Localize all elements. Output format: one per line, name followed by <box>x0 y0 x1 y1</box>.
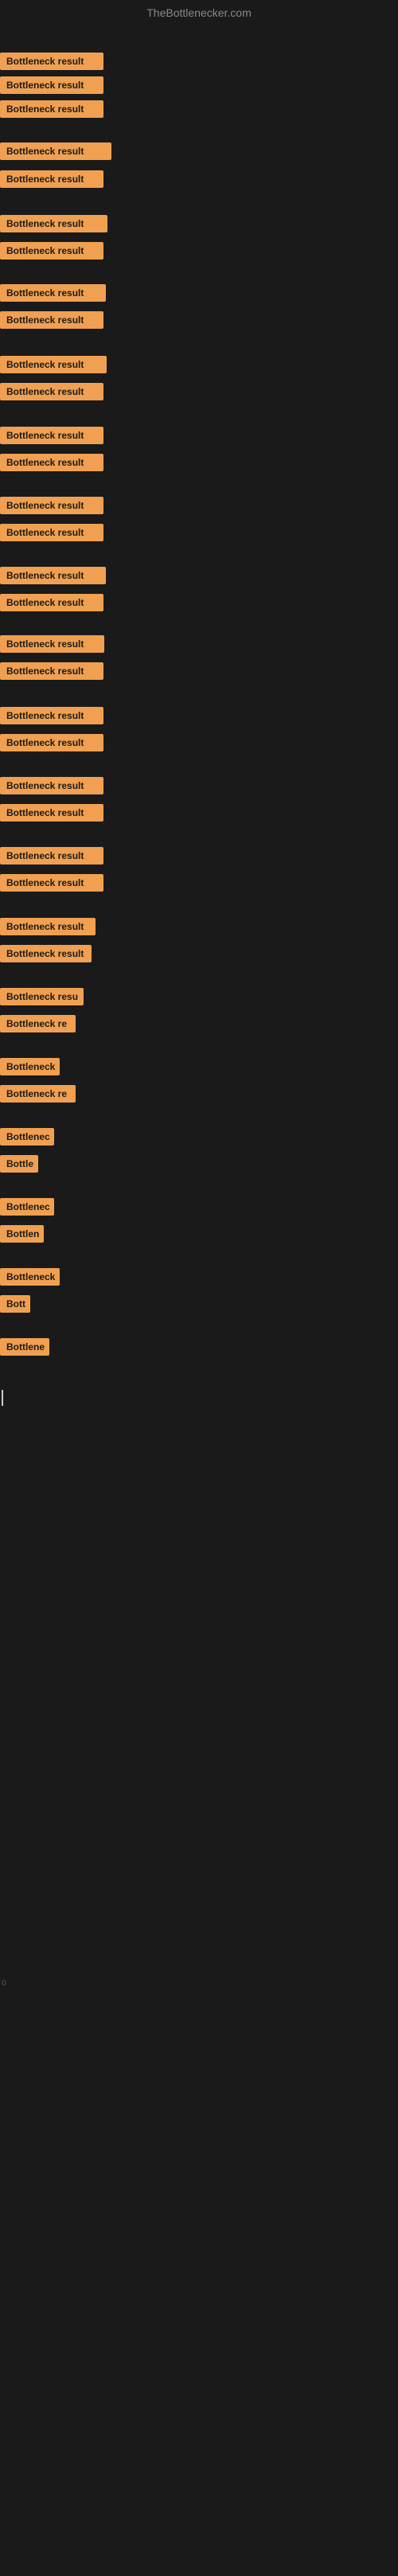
bottleneck-result-bar[interactable]: Bottleneck result <box>0 874 103 892</box>
bottleneck-result-bar[interactable]: Bottleneck result <box>0 142 111 160</box>
bottleneck-bar-row: Bottleneck result <box>0 356 107 377</box>
bottleneck-bar-row: Bottleneck result <box>0 945 92 966</box>
bottleneck-bar-row: Bottleneck result <box>0 427 103 448</box>
bottleneck-result-bar[interactable]: Bottleneck <box>0 1268 60 1286</box>
bottleneck-bar-row: Bottleneck result <box>0 594 103 615</box>
bottleneck-result-bar[interactable]: Bottlenec <box>0 1128 54 1146</box>
bottleneck-bar-row: Bottleneck result <box>0 524 103 545</box>
bottleneck-bar-row: Bottleneck resu <box>0 988 84 1009</box>
bottleneck-bar-row: Bottleneck result <box>0 100 103 122</box>
bottleneck-bar-row: Bottleneck result <box>0 215 107 236</box>
bottleneck-result-bar[interactable]: Bottleneck result <box>0 945 92 962</box>
bottleneck-result-bar[interactable]: Bottleneck result <box>0 847 103 865</box>
bottleneck-bar-row: Bottleneck result <box>0 284 106 306</box>
bottleneck-result-bar[interactable]: Bottleneck result <box>0 454 103 471</box>
bottleneck-bar-row: Bottleneck result <box>0 707 103 728</box>
bottleneck-result-bar[interactable]: Bottleneck result <box>0 524 103 541</box>
bottleneck-bar-row: Bottleneck result <box>0 142 111 164</box>
bottleneck-bar-row: Bottleneck result <box>0 242 103 263</box>
bottleneck-result-bar[interactable]: Bottleneck result <box>0 242 103 260</box>
bottleneck-bar-row: Bott <box>0 1295 30 1317</box>
bottleneck-result-bar[interactable]: Bottleneck result <box>0 427 103 444</box>
bottleneck-bar-row: Bottleneck result <box>0 734 103 755</box>
bottleneck-result-bar[interactable]: Bottleneck <box>0 1058 60 1075</box>
bottleneck-bar-row: Bottleneck result <box>0 567 106 588</box>
bottleneck-bar-row: Bottleneck result <box>0 804 103 825</box>
small-label: 0 <box>2 1979 6 1988</box>
bottleneck-result-bar[interactable]: Bottleneck result <box>0 662 103 680</box>
bottleneck-bar-row: Bottleneck result <box>0 383 103 404</box>
bottleneck-bar-row: Bottleneck result <box>0 777 103 798</box>
bottleneck-result-bar[interactable]: Bottleneck resu <box>0 988 84 1005</box>
bottleneck-bar-row: Bottleneck <box>0 1268 60 1290</box>
bottleneck-bar-row: Bottlenec <box>0 1128 54 1149</box>
bottleneck-result-bar[interactable]: Bottleneck result <box>0 53 103 70</box>
bottleneck-result-bar[interactable]: Bottleneck result <box>0 594 103 611</box>
bottleneck-bar-row: Bottleneck re <box>0 1085 76 1107</box>
bottleneck-bar-row: Bottlene <box>0 1338 49 1360</box>
bottleneck-result-bar[interactable]: Bottleneck result <box>0 383 103 400</box>
bottleneck-bar-row: Bottleneck result <box>0 874 103 896</box>
bottleneck-bar-row: Bottle <box>0 1155 38 1177</box>
bottleneck-bar-row: Bottleneck result <box>0 454 103 475</box>
site-title: TheBottlenecker.com <box>0 0 398 29</box>
bottleneck-result-bar[interactable]: Bottleneck result <box>0 356 107 373</box>
bottleneck-result-bar[interactable]: Bott <box>0 1295 30 1313</box>
cursor-line <box>2 1390 3 1406</box>
bottleneck-bar-row: Bottleneck result <box>0 170 103 192</box>
bottleneck-bar-row: Bottleneck result <box>0 311 103 333</box>
bottleneck-result-bar[interactable]: Bottle <box>0 1155 38 1173</box>
bottleneck-bar-row: Bottlenec <box>0 1198 54 1220</box>
bottleneck-result-bar[interactable]: Bottleneck result <box>0 734 103 751</box>
bottleneck-result-bar[interactable]: Bottleneck result <box>0 497 103 514</box>
bottleneck-bar-row: Bottleneck result <box>0 76 103 98</box>
bottleneck-result-bar[interactable]: Bottleneck result <box>0 170 103 188</box>
bottleneck-bar-row: Bottleneck <box>0 1058 60 1079</box>
bottleneck-result-bar[interactable]: Bottleneck result <box>0 100 103 118</box>
bottleneck-result-bar[interactable]: Bottleneck result <box>0 707 103 724</box>
bottleneck-result-bar[interactable]: Bottleneck result <box>0 311 103 329</box>
bottleneck-result-bar[interactable]: Bottleneck result <box>0 918 96 935</box>
bottleneck-result-bar[interactable]: Bottleneck result <box>0 284 106 302</box>
bottleneck-result-bar[interactable]: Bottleneck result <box>0 635 104 653</box>
bottleneck-result-bar[interactable]: Bottleneck result <box>0 215 107 232</box>
bottleneck-result-bar[interactable]: Bottleneck re <box>0 1085 76 1103</box>
bottleneck-bar-row: Bottleneck result <box>0 497 103 518</box>
bottleneck-bar-row: Bottleneck result <box>0 635 104 657</box>
bottleneck-result-bar[interactable]: Bottleneck result <box>0 567 106 584</box>
bottleneck-bar-row: Bottleneck result <box>0 847 103 868</box>
bottleneck-result-bar[interactable]: Bottlen <box>0 1225 44 1243</box>
bottleneck-bar-row: Bottleneck result <box>0 53 103 74</box>
bottleneck-result-bar[interactable]: Bottleneck result <box>0 804 103 822</box>
bottleneck-bar-row: Bottleneck result <box>0 918 96 939</box>
bottleneck-result-bar[interactable]: Bottlene <box>0 1338 49 1356</box>
bottleneck-bar-row: Bottlen <box>0 1225 44 1247</box>
bottleneck-bar-row: Bottleneck re <box>0 1015 76 1036</box>
bottleneck-result-bar[interactable]: Bottleneck result <box>0 777 103 794</box>
bottleneck-result-bar[interactable]: Bottleneck result <box>0 76 103 94</box>
bottleneck-result-bar[interactable]: Bottlenec <box>0 1198 54 1216</box>
bottleneck-bar-row: Bottleneck result <box>0 662 103 684</box>
bottleneck-result-bar[interactable]: Bottleneck re <box>0 1015 76 1032</box>
